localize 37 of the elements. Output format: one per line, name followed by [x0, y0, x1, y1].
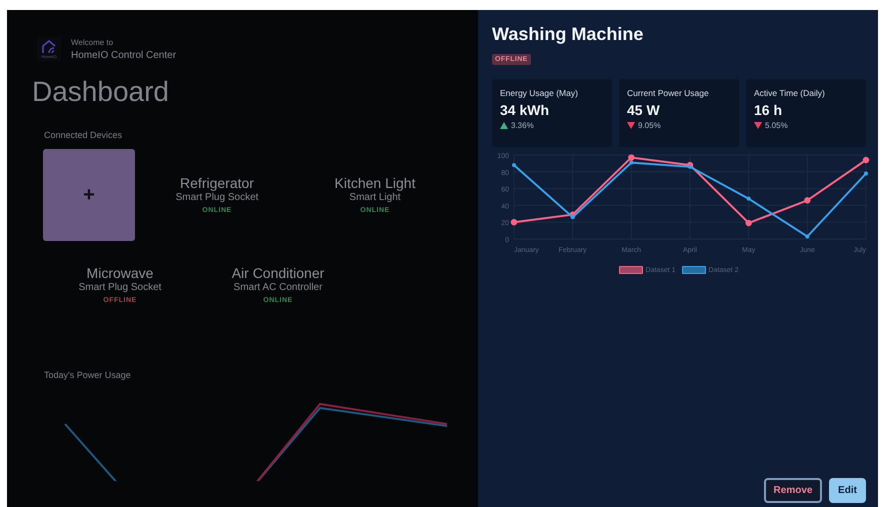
point: [510, 219, 518, 226]
device-title: Washing Machine: [492, 24, 644, 45]
remove-button[interactable]: Remove: [764, 478, 822, 503]
point: [862, 156, 870, 164]
device-name: Air Conditioner: [232, 265, 324, 281]
stat-change: 5.05%: [765, 121, 788, 130]
point: [746, 196, 751, 201]
stat-label: Energy Usage (May): [500, 88, 579, 98]
page-title: Dashboard: [32, 76, 170, 108]
stat-label: Active Time (Daily): [754, 88, 826, 98]
point: [804, 197, 811, 204]
stat-value: 45 W: [627, 102, 661, 118]
stat-change: 3.36%: [511, 121, 534, 130]
section-title: Today's Power Usage: [44, 370, 132, 380]
device-type: Smart Plug Socket: [176, 192, 258, 203]
welcome-text: Welcome to: [71, 38, 114, 46]
stat-label: Current Power Usage: [627, 88, 710, 98]
device-name: Refrigerator: [180, 175, 254, 191]
edit-button[interactable]: Edit: [829, 478, 866, 503]
point: [864, 171, 868, 176]
section-title: Connected Devices: [44, 130, 124, 140]
point: [629, 160, 634, 165]
point: [745, 220, 752, 226]
point: [512, 163, 516, 168]
app-name: HomeIO Control Center: [71, 50, 176, 60]
device-type: Smart Plug Socket: [78, 282, 162, 293]
point: [570, 215, 575, 220]
point: [688, 164, 692, 169]
point: [628, 154, 635, 161]
stat-change: 9.05%: [638, 121, 661, 130]
device-name: Kitchen Light: [334, 175, 416, 191]
device-type: Smart AC Controller: [234, 282, 322, 293]
stat-value: 34 kWh: [500, 102, 550, 118]
device-type: Smart Light: [349, 192, 401, 203]
stat-value: 16 h: [754, 102, 784, 118]
point: [805, 234, 810, 238]
device-name: Microwave: [86, 265, 154, 281]
